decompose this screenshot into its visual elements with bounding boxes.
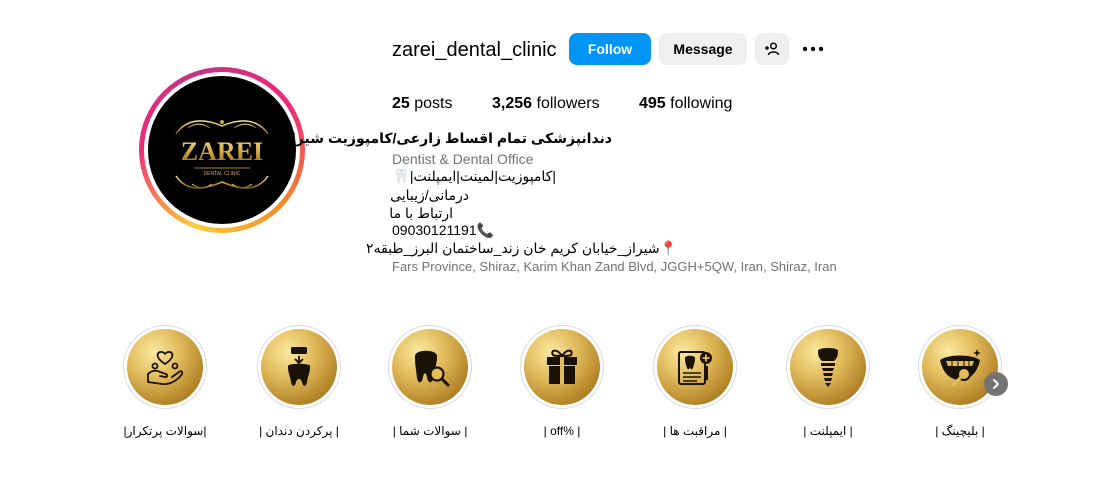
profile-username: zarei_dental_clinic — [392, 39, 557, 61]
following-count: 495 — [639, 95, 666, 112]
bio-line-treatment: درمانی/زیبایی — [390, 187, 469, 203]
hands-heart-icon — [147, 350, 184, 386]
followers-label: followers — [536, 95, 600, 112]
more-options-button[interactable] — [800, 38, 826, 60]
add-person-icon — [765, 42, 780, 56]
brand-text: ZAREI — [181, 137, 263, 166]
highlight-cover — [657, 329, 733, 405]
highlight-cover — [790, 329, 866, 405]
posts-label: posts — [414, 95, 453, 112]
bio-line-contact: ارتباط با ما — [389, 205, 453, 221]
highlight-cover — [922, 329, 998, 405]
highlight-label: | پرکردن دندان | — [259, 424, 339, 438]
gift-icon — [547, 349, 577, 384]
implant-icon — [818, 348, 838, 387]
chevron-right-icon — [993, 379, 999, 389]
following-label: following — [670, 95, 733, 112]
more-dots-icon — [802, 46, 824, 52]
avatar-gap: ZAREI DENTAL CLINIC — [144, 72, 300, 228]
highlight-cover — [392, 329, 468, 405]
brand-sub-text: DENTAL CLINIC — [204, 171, 241, 177]
followers-count: 3,256 — [492, 95, 533, 112]
profile-full-name: دندانپزشکی تمام اقساط زارعی/کامپوزیت شیر… — [282, 130, 612, 146]
highlight-cover — [261, 329, 337, 405]
smile-teeth-icon — [940, 349, 981, 387]
zarei-logo-icon: ZAREI DENTAL CLINIC — [175, 120, 269, 189]
posts-count: 25 — [392, 95, 410, 112]
suggested-accounts-button[interactable] — [755, 33, 789, 65]
highlight-cover — [524, 329, 600, 405]
highlight-label: |سوالات پرتکرار| — [123, 424, 207, 438]
avatar[interactable]: ZAREI DENTAL CLINIC — [148, 76, 296, 224]
posts-stat: 25 posts — [392, 95, 453, 113]
bio-line-services: |کامپوزیت|لمینت|ایمپلنت|🦷 — [392, 168, 556, 184]
bio-location[interactable]: Fars Province, Shiraz, Karim Khan Zand B… — [392, 259, 837, 274]
tooth-clipboard-icon — [678, 351, 712, 385]
highlight-label: | بلیچینگ | — [935, 424, 985, 438]
bio-phone[interactable]: 09030121191📞 — [392, 222, 494, 239]
highlights-next-button[interactable] — [984, 372, 1008, 396]
highlight-label: | ایمپلنت | — [803, 424, 853, 438]
tooth-filling-icon — [288, 347, 310, 386]
highlight-label: | مراقبت ها | — [663, 424, 727, 438]
following-stat[interactable]: 495 following — [639, 95, 732, 113]
bio-address: 📍شیراز_خیابان کریم خان زند_ساختمان البرز… — [366, 240, 677, 256]
message-button[interactable]: Message — [659, 33, 747, 65]
highlight-label: | سوالات شما | — [392, 424, 468, 438]
profile-avatar-ring[interactable]: ZAREI DENTAL CLINIC — [139, 67, 305, 233]
follow-button[interactable]: Follow — [569, 33, 651, 65]
profile-category: Dentist & Dental Office — [392, 151, 534, 167]
followers-stat[interactable]: 3,256 followers — [492, 95, 600, 113]
highlight-label: | off% | — [543, 424, 581, 438]
tooth-search-icon — [415, 350, 450, 387]
highlight-cover — [127, 329, 203, 405]
